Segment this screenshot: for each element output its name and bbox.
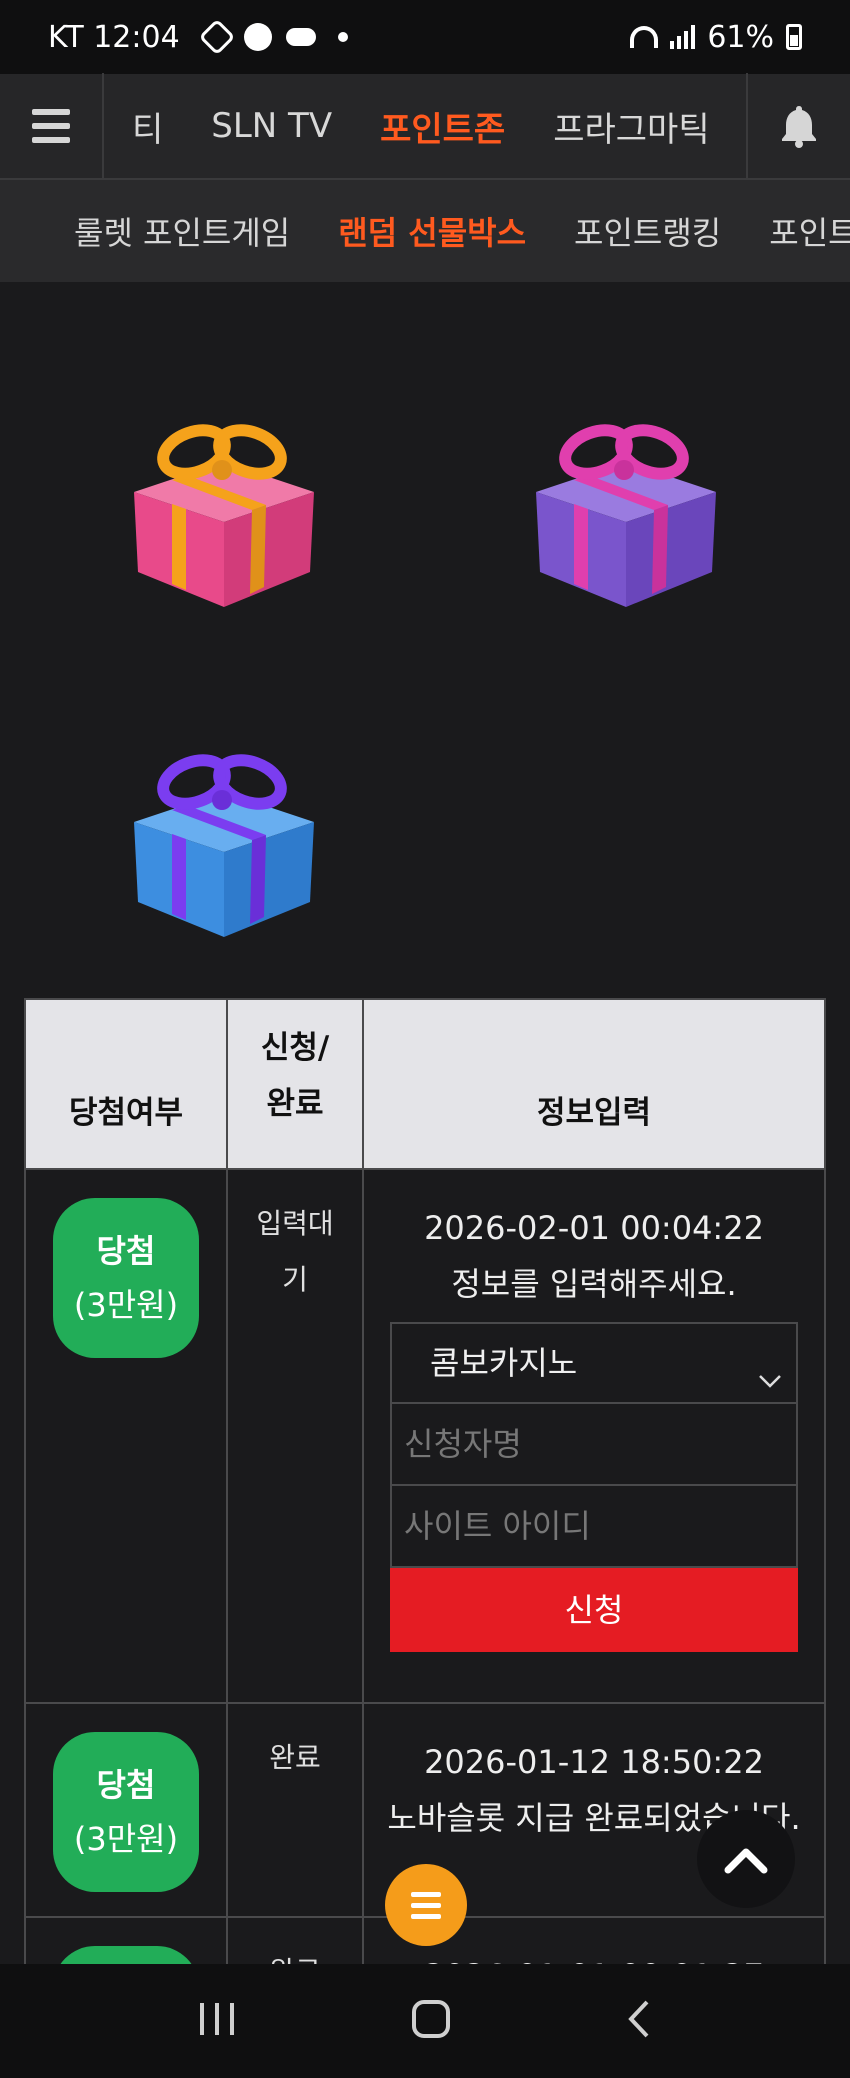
menu-icon[interactable] [0, 73, 104, 179]
subtab-point-more[interactable]: 포인트 [769, 208, 850, 254]
site-select[interactable]: 콤보카지노 [390, 1322, 798, 1404]
win-badge: 당첨 (3만원) [53, 1732, 199, 1892]
chevron-down-icon [758, 1350, 782, 1406]
cloud-icon [285, 28, 316, 46]
win-cell: 당첨 (3만원) [24, 1702, 228, 1918]
site-id-input[interactable]: 사이트 아이디 [390, 1486, 798, 1568]
sub-navigation: 룰렛 포인트게임 랜덤 선물박스 포인트랭킹 포인트 [0, 180, 850, 282]
win-badge-amount: (3만원) [73, 1820, 179, 1858]
battery-icon [786, 24, 802, 50]
scroll-to-top-button[interactable] [697, 1810, 795, 1908]
applicant-name-input[interactable]: 신청자명 [390, 1404, 798, 1486]
subtab-point-ranking[interactable]: 포인트랭킹 [574, 208, 721, 254]
win-badge-label: 당첨 [96, 1232, 156, 1270]
info-cell: 2026-02-01 00:04:22 정보를 입력해주세요. 콤보카지노 신청… [362, 1168, 826, 1704]
carrier-time: KT 12:04 [48, 19, 180, 55]
header-apply-complete-text: 신청/ 완료 [260, 1030, 330, 1122]
gift-box-1[interactable] [124, 412, 324, 612]
tab-point-zone[interactable]: 포인트존 [380, 102, 505, 151]
tab-pragmatic[interactable]: 프라그마틱 [553, 102, 709, 151]
main-tabs: 티 SLN TV 포인트존 프라그마틱 [104, 102, 746, 151]
win-badge-label: 당첨 [96, 1766, 156, 1804]
home-icon[interactable] [411, 1999, 451, 2043]
top-navigation: 티 SLN TV 포인트존 프라그마틱 [0, 73, 850, 180]
floating-menu-button[interactable] [385, 1864, 467, 1946]
table-header-row: 당첨여부 신청/ 완료 정보입력 [24, 998, 826, 1170]
notification-bell-icon[interactable] [746, 73, 850, 179]
chevron-up-icon [724, 1848, 768, 1874]
system-navigation-bar [0, 1964, 850, 2078]
header-apply-complete: 신청/ 완료 [226, 998, 364, 1170]
subtab-random-giftbox[interactable]: 랜덤 선물박스 [338, 208, 526, 254]
entry-message: 정보를 입력해주세요. [451, 1265, 737, 1303]
tab-ti[interactable]: 티 [132, 102, 163, 151]
status-cell: 완료 [226, 1702, 364, 1918]
status-text: 완료 [269, 1741, 321, 1774]
back-icon[interactable] [625, 1999, 653, 2043]
status-text: 입력대기 [256, 1207, 334, 1296]
site-select-value: 콤보카지노 [430, 1344, 578, 1382]
gift-box-2[interactable] [526, 412, 726, 612]
gift-box-3[interactable] [124, 742, 324, 942]
entry-datetime: 2026-01-12 18:50:22 [424, 1743, 764, 1781]
win-badge: 당첨 (3만원) [53, 1198, 199, 1358]
recent-apps-icon[interactable] [197, 2001, 237, 2041]
status-bar: KT 12:04 61% [0, 0, 850, 74]
app-notification-icon [198, 18, 236, 56]
win-badge-amount: (3만원) [73, 1286, 179, 1324]
chat-icon [243, 23, 272, 51]
header-win-status: 당첨여부 [24, 998, 228, 1170]
header-info-input: 정보입력 [362, 998, 826, 1170]
battery-level: 61% [707, 19, 774, 55]
entry-datetime: 2026-02-01 00:04:22 [424, 1209, 764, 1247]
status-cell: 입력대기 [226, 1168, 364, 1704]
wifi-icon [630, 26, 659, 48]
signal-icon [670, 25, 696, 49]
table-row: 당첨 (3만원) 입력대기 2026-02-01 00:04:22 정보를 입력… [24, 1168, 826, 1704]
win-cell: 당첨 (3만원) [24, 1168, 228, 1704]
apply-button[interactable]: 신청 [390, 1568, 798, 1652]
subtab-roulette[interactable]: 룰렛 포인트게임 [74, 208, 290, 254]
tab-sln-tv[interactable]: SLN TV [211, 106, 332, 146]
more-notifications-icon [337, 32, 348, 42]
